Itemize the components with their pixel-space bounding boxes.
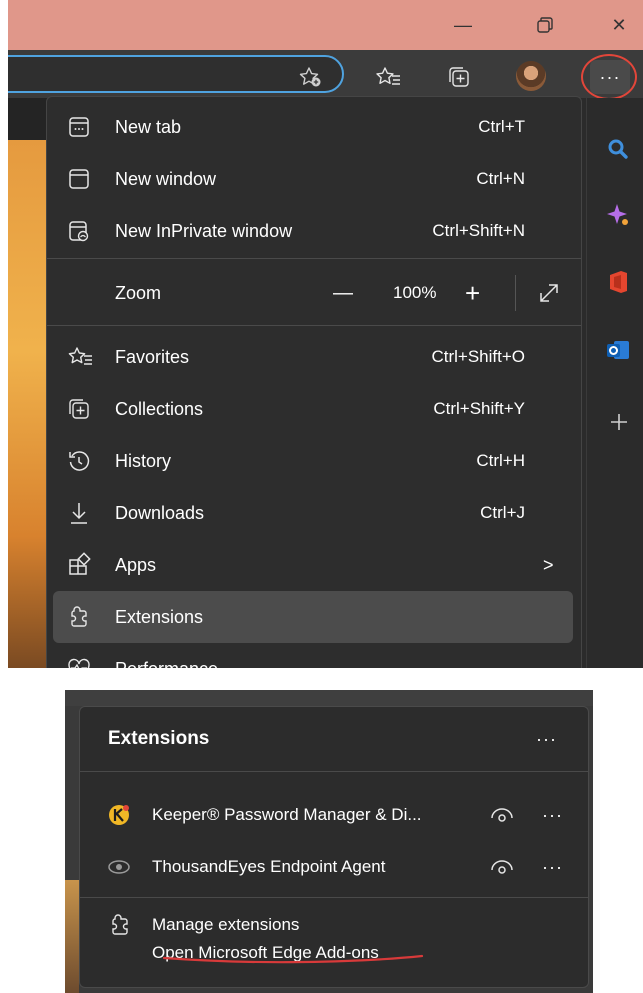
menu-item-shortcut: Ctrl+T (478, 117, 525, 136)
close-button[interactable]: ✕ (596, 0, 642, 50)
menu-item-shortcut: Ctrl+Shift+N (432, 221, 525, 240)
extension-name: Keeper® Password Manager & Di... (152, 805, 422, 824)
extensions-icon (67, 605, 91, 629)
extensions-title: Extensions (108, 728, 210, 749)
thousandeyes-icon (108, 858, 130, 876)
outlook-icon[interactable] (606, 338, 630, 362)
sidebar (586, 98, 643, 668)
office-icon[interactable] (607, 270, 629, 294)
extension-item-keeper[interactable]: Keeper® Password Manager & Di... ··· (80, 789, 588, 841)
menu-item-label: Performance (115, 643, 218, 668)
menu-item-shortcut: Ctrl+N (476, 169, 525, 188)
menu-item-shortcut: Ctrl+J (480, 503, 525, 522)
favorites-icon (67, 345, 92, 369)
minimize-button[interactable]: — (440, 0, 486, 50)
menu-item-performance[interactable]: Performance (47, 643, 581, 668)
highlight-circle (581, 54, 637, 100)
menu-item-label: Extensions (115, 607, 204, 627)
menu-item-favorites[interactable]: Favorites Ctrl+Shift+O (47, 331, 581, 383)
collections-icon[interactable] (442, 62, 478, 92)
settings-menu: New tab Ctrl+T New window Ctrl+N New InP… (46, 96, 582, 668)
history-icon (67, 449, 91, 473)
extensions-screenshot: Extensions ··· Keeper® Password Manager … (65, 690, 593, 993)
menu-item-label: New window (115, 169, 217, 189)
collections-icon (67, 397, 91, 421)
zoom-in-button[interactable]: + (465, 267, 480, 319)
zoom-level: 100% (393, 283, 437, 302)
favorites-icon[interactable] (370, 62, 406, 92)
menu-item-label: Favorites (115, 347, 190, 367)
menu-item-label: Apps (115, 555, 157, 575)
zoom-label: Zoom (115, 283, 162, 303)
menu-item-label: Downloads (115, 503, 205, 523)
extension-more-button[interactable]: ··· (542, 789, 563, 841)
menu-divider (47, 325, 581, 326)
panel-divider (80, 897, 588, 898)
page-background-image (65, 880, 79, 993)
menu-item-new-tab[interactable]: New tab Ctrl+T (47, 101, 581, 153)
menu-divider (47, 258, 581, 259)
show-in-toolbar-icon[interactable] (490, 805, 514, 825)
extensions-header: Extensions ··· (80, 713, 588, 765)
menu-item-shortcut: Ctrl+H (476, 451, 525, 470)
menu-item-downloads[interactable]: Downloads Ctrl+J (47, 487, 581, 539)
toolbar-strip (65, 690, 593, 706)
title-bar: — ✕ (8, 0, 643, 50)
profile-avatar[interactable] (516, 61, 546, 91)
page-background-image (8, 140, 48, 668)
new-tab-icon (67, 115, 91, 139)
menu-item-extensions[interactable]: Extensions (53, 591, 573, 643)
extension-item-thousandeyes[interactable]: ThousandEyes Endpoint Agent ··· (80, 841, 588, 893)
menu-item-zoom: Zoom — 100% + (47, 267, 581, 319)
extensions-more-button[interactable]: ··· (536, 713, 557, 765)
performance-icon (67, 657, 91, 668)
menu-item-label: New InPrivate window (115, 221, 293, 241)
menu-item-label: New tab (115, 117, 182, 137)
restore-icon (537, 17, 553, 33)
menu-item-shortcut: Ctrl+Shift+O (431, 347, 525, 366)
inprivate-icon (67, 219, 91, 243)
copilot-icon[interactable] (606, 202, 630, 226)
fullscreen-icon[interactable] (537, 281, 561, 305)
add-icon[interactable] (609, 412, 629, 432)
menu-item-shortcut: Ctrl+Shift+Y (433, 399, 525, 418)
extension-name: ThousandEyes Endpoint Agent (152, 857, 386, 876)
keeper-logo-icon (108, 804, 130, 826)
search-icon[interactable] (607, 138, 629, 160)
zoom-divider (515, 275, 516, 311)
downloads-icon (67, 501, 91, 525)
menu-item-new-window[interactable]: New window Ctrl+N (47, 153, 581, 205)
menu-item-collections[interactable]: Collections Ctrl+Shift+Y (47, 383, 581, 435)
menu-item-apps[interactable]: Apps > (47, 539, 581, 591)
zoom-out-button[interactable]: — (333, 267, 353, 319)
panel-divider (80, 771, 588, 772)
menu-item-history[interactable]: History Ctrl+H (47, 435, 581, 487)
add-favorite-icon[interactable] (292, 62, 328, 92)
show-in-toolbar-icon[interactable] (490, 857, 514, 877)
chevron-right-icon: > (543, 555, 554, 575)
apps-icon (67, 552, 91, 577)
menu-item-label: History (115, 451, 172, 471)
restore-button[interactable] (522, 0, 568, 50)
red-underline-annotation (162, 954, 424, 970)
edge-browser-window: — ✕ ··· New tab Ctrl+T New window Ctrl+N… (8, 0, 643, 668)
menu-item-label: Collections (115, 399, 204, 419)
extension-more-button[interactable]: ··· (542, 841, 563, 893)
new-window-icon (67, 167, 91, 191)
extensions-panel: Extensions ··· Keeper® Password Manager … (79, 706, 589, 988)
menu-item-new-inprivate-window[interactable]: New InPrivate window Ctrl+Shift+N (47, 205, 581, 257)
